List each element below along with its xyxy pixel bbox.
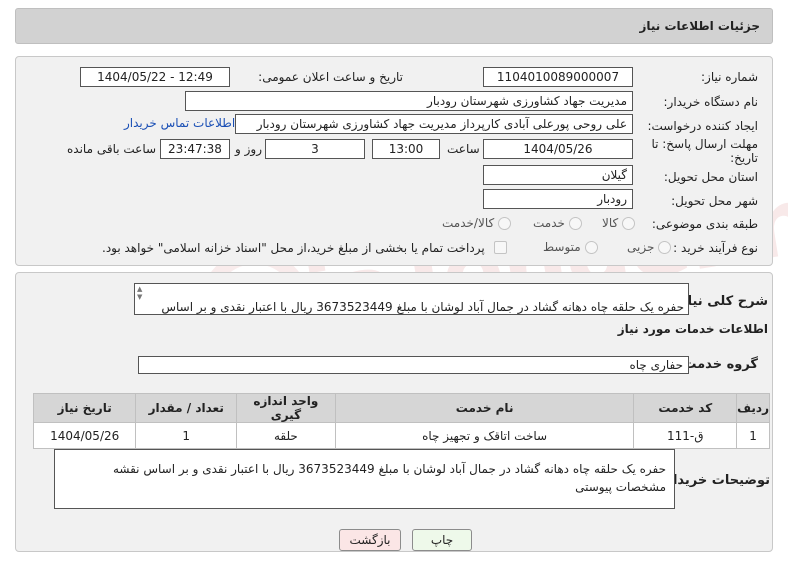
- days-field: 3: [265, 139, 365, 159]
- need-number-field: 1104010089000007: [483, 67, 633, 87]
- category-goods-radio[interactable]: [622, 217, 636, 230]
- category-service-radio[interactable]: [568, 217, 582, 230]
- deadline-time-field: 13:00: [372, 139, 440, 159]
- page-title: جزئیات اطلاعات نیاز: [639, 19, 760, 33]
- col-quantity: تعداد / مقدار: [135, 393, 238, 423]
- process-minor-radio[interactable]: [658, 241, 672, 254]
- deadline-label: مهلت ارسال پاسخ: تا: [651, 137, 758, 151]
- deadline-date-field: 1404/05/26: [483, 139, 633, 159]
- announce-label: تاریخ و ساعت اعلان عمومی:: [258, 70, 403, 84]
- cell-quantity: 1: [135, 422, 238, 449]
- print-button[interactable]: چاپ: [412, 529, 472, 551]
- category-option-goods[interactable]: کالا: [602, 216, 636, 230]
- buyer-org-label: نام دستگاه خریدار:: [663, 95, 759, 109]
- buyer-notes-text: حفره یک حلقه چاه دهانه گشاد در جمال آباد…: [112, 462, 666, 494]
- category-service-label: خدمت: [533, 216, 565, 230]
- category-option-service[interactable]: خدمت: [533, 216, 582, 230]
- contact-buyer-link[interactable]: اطلاعات تماس خریدار: [124, 116, 235, 130]
- category-goods-service-radio[interactable]: [498, 217, 512, 230]
- page-header: جزئیات اطلاعات نیاز: [15, 8, 773, 44]
- process-option-medium[interactable]: متوسط: [543, 240, 598, 254]
- col-need-date: تاریخ نیاز: [32, 393, 137, 423]
- cell-row: 1: [736, 422, 770, 449]
- col-unit: واحد اندازه گیری: [236, 393, 336, 423]
- province-field: گیلان: [483, 165, 633, 185]
- need-info-panel: [15, 56, 773, 266]
- services-section-title: اطلاعات خدمات مورد نیاز: [617, 322, 768, 336]
- services-table: ردیف کد خدمت نام خدمت واحد اندازه گیری ت…: [32, 393, 770, 449]
- services-table-header: ردیف کد خدمت نام خدمت واحد اندازه گیری ت…: [32, 393, 770, 423]
- city-label: شهر محل تحویل:: [671, 194, 758, 208]
- buyer-org-field: مدیریت جهاد کشاورزی شهرستان رودبار: [185, 91, 633, 111]
- remaining-time-field: 23:47:38: [160, 139, 230, 159]
- table-row: 1 ق-111 ساخت اتاقک و تجهیز چاه حلقه 1 14…: [32, 422, 770, 449]
- process-medium-radio[interactable]: [584, 241, 598, 254]
- col-row: ردیف: [736, 393, 770, 423]
- payment-checkbox[interactable]: [494, 240, 507, 254]
- process-option-minor[interactable]: جزیی: [627, 240, 672, 254]
- cell-service-name: ساخت اتاقک و تجهیز چاه: [334, 422, 635, 449]
- summary-textarea[interactable]: ▲ ▼ حفره یک حلقه چاه دهانه گشاد در جمال آ…: [134, 283, 689, 315]
- need-number-label: شماره نیاز:: [701, 70, 758, 84]
- col-service-name: نام خدمت: [334, 393, 635, 423]
- province-label: استان محل تحویل:: [663, 170, 758, 184]
- buyer-notes-label: توضیحات خریدار:: [660, 473, 770, 488]
- service-group-label: گروه خدمت:: [678, 357, 758, 372]
- category-option-goods-service[interactable]: کالا/خدمت: [442, 216, 512, 230]
- process-type-label: نوع فرآیند خرید :: [673, 241, 758, 255]
- service-group-field: حفاری چاه: [138, 356, 689, 374]
- city-field: رودبار: [483, 189, 633, 209]
- buyer-notes-box: حفره یک حلقه چاه دهانه گشاد در جمال آباد…: [54, 449, 675, 509]
- deadline-label-line2: تاریخ:: [730, 151, 758, 165]
- cell-service-code: ق-111: [633, 422, 738, 449]
- category-goods-label: کالا: [602, 216, 619, 230]
- col-service-code: کد خدمت: [633, 393, 738, 423]
- back-button[interactable]: بازگشت: [339, 529, 401, 551]
- requester-label: ایجاد کننده درخواست:: [647, 119, 758, 133]
- deadline-time-label: ساعت: [447, 142, 480, 156]
- requester-field: علی روحی پورعلی آبادی کارپرداز مدیریت جه…: [235, 114, 633, 134]
- days-label: روز و: [235, 142, 262, 156]
- summary-text: حفره یک حلقه چاه دهانه گشاد در جمال آباد…: [161, 300, 684, 314]
- category-goods-service-label: کالا/خدمت: [442, 216, 495, 230]
- process-medium-label: متوسط: [543, 240, 581, 254]
- category-label: طبقه بندی موضوعی:: [651, 217, 758, 231]
- summary-scroll-arrows-icon[interactable]: ▲ ▼: [137, 285, 142, 301]
- announce-field: 1404/05/22 - 12:49: [80, 67, 230, 87]
- process-minor-label: جزیی: [627, 240, 655, 254]
- cell-unit: حلقه: [236, 422, 336, 449]
- remaining-time-label: ساعت باقی مانده: [67, 142, 157, 156]
- payment-note: پرداخت تمام یا بخشی از مبلغ خرید،از محل …: [102, 241, 485, 255]
- cell-need-date: 1404/05/26: [32, 422, 137, 449]
